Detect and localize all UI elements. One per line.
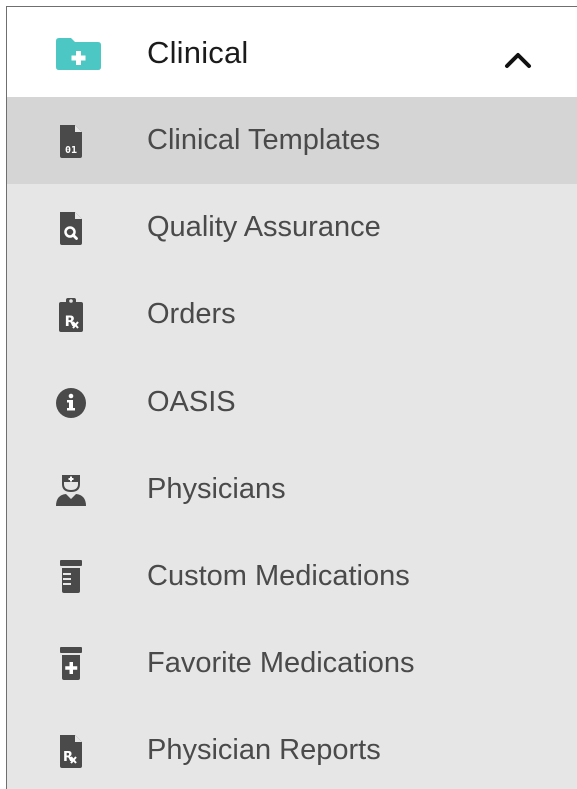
menu-item-oasis[interactable]: OASIS	[7, 359, 577, 446]
clinical-menu-panel: Clinical 01 Clinical Templates Quality A…	[6, 6, 577, 789]
menu-item-label: Custom Medications	[147, 559, 410, 592]
menu-item-physician-reports[interactable]: R Physician Reports	[7, 707, 577, 789]
prescription-bottle-medical-icon	[51, 644, 91, 684]
menu-item-orders[interactable]: R Orders	[7, 271, 577, 358]
menu-item-label: Physicians	[147, 472, 286, 505]
user-nurse-icon	[51, 470, 91, 510]
menu-item-custom-medications[interactable]: Custom Medications	[7, 533, 577, 620]
menu-item-label: Orders	[147, 298, 236, 331]
chevron-up-icon[interactable]	[504, 51, 532, 69]
folder-plus-icon	[56, 38, 101, 70]
svg-text:01: 01	[65, 145, 77, 156]
menu-item-favorite-medications[interactable]: Favorite Medications	[7, 620, 577, 707]
menu-item-physicians[interactable]: Physicians	[7, 446, 577, 533]
clipboard-prescription-icon: R	[51, 295, 91, 335]
menu-item-label: Clinical Templates	[147, 124, 381, 156]
prescription-bottle-icon	[51, 557, 91, 597]
file-binary-icon: 01	[51, 121, 91, 161]
info-circle-icon	[51, 383, 91, 423]
section-title: Clinical	[147, 35, 249, 70]
file-prescription-icon: R	[51, 731, 91, 771]
menu-item-label: OASIS	[147, 385, 236, 418]
menu-item-label: Favorite Medications	[147, 647, 415, 680]
menu-item-label: Quality Assurance	[147, 211, 381, 244]
menu-item-quality-assurance[interactable]: Quality Assurance	[7, 184, 577, 271]
menu-item-clinical-templates[interactable]: 01 Clinical Templates	[7, 97, 577, 185]
menu-item-label: Physician Reports	[147, 734, 381, 767]
file-search-icon	[51, 208, 91, 248]
clinical-section-header[interactable]: Clinical	[7, 7, 577, 97]
